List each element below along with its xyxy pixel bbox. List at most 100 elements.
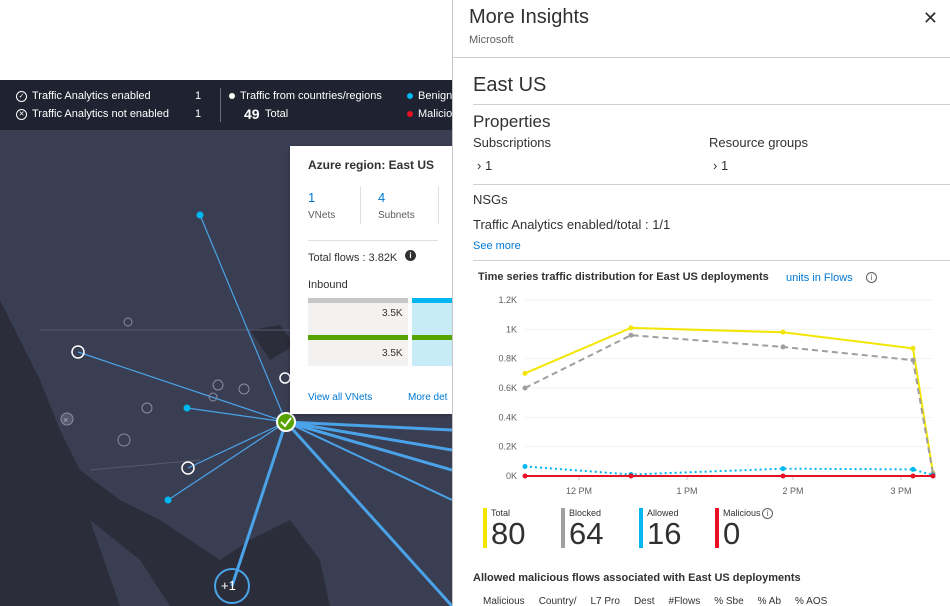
region-popup: Azure region: East US 1 VNets 4 Subnets … [290,146,452,414]
legend-color-bar [639,508,643,548]
benign-dot[interactable] [164,496,172,504]
region-heading: East US [473,74,547,96]
data-point-blocked [780,344,786,350]
popup-vnets-label: VNets [308,210,336,221]
legend-value: 80 [491,516,526,551]
malicious-table-header: Malicious Country/L7 Pro Dest #Flows % Sbe % … [483,596,827,606]
stat-malicious: Malicio [407,108,452,120]
benign-dot-icon [407,93,413,99]
y-tick-label: 0.2K [498,442,517,452]
header-divider [453,57,950,58]
stat-total-label: Total [265,108,289,120]
table-column-header[interactable]: Dest [634,596,655,606]
data-point-total [522,370,528,376]
section-divider [473,260,950,261]
stat-countries-label: Traffic from countries/regions [240,90,382,102]
east-us-region-marker[interactable] [276,412,296,432]
data-point-allowed [522,463,528,469]
subscriptions-expander[interactable]: › 1 [477,158,492,173]
table-column-header[interactable]: % Ab [758,596,781,606]
series-line-allowed [524,465,934,477]
subscriptions-value: 1 [484,158,493,173]
x-tick-label: 2 PM [782,486,803,496]
legend-value: 64 [569,516,604,551]
view-all-vnets-link[interactable]: View all VNets [308,392,372,403]
y-tick-label: 1.2K [498,295,517,305]
more-details-link[interactable]: More det [408,392,447,403]
benign-dot[interactable] [196,211,204,219]
y-tick-label: 0K [506,471,517,481]
popup-bar-value-2: 3.5K [382,348,403,359]
y-tick-label: 0.6K [498,383,517,393]
white-dot-icon [229,93,235,99]
benign-dot[interactable] [183,404,191,412]
popup-total-flows: Total flows : 3.82K [308,252,398,264]
chart-title: Time series traffic distribution for Eas… [478,271,769,283]
popup-title: Azure region: East US [308,158,435,172]
y-tick-label: 1K [506,324,517,334]
stat-benign-label: Benign [418,90,453,102]
legend-color-bar [483,508,487,548]
data-point-malicious [628,473,634,479]
panel-title: More Insights [469,6,590,28]
nsgs-heading: NSGs [473,192,508,207]
data-point-malicious [910,473,916,479]
series-line-total [524,326,934,474]
legend-value: 0 [723,516,741,551]
table-column-header[interactable]: Country/ [539,596,577,606]
data-point-blocked [522,385,528,391]
x-tick-label: 3 PM [890,486,911,496]
svg-text:×: × [63,415,68,425]
check-circle-icon: ✓ [16,90,27,102]
more-insights-panel: More Insights Microsoft ✕ East US Proper… [452,0,950,606]
data-point-total [780,329,786,335]
popup-divider [438,186,439,224]
properties-heading: Properties [473,112,551,131]
resource-groups-value: 1 [720,158,729,173]
table-column-header[interactable]: % AOS [795,596,827,606]
series-line-blocked [524,334,934,474]
cluster-label[interactable]: +1 [221,578,236,593]
table-column-header[interactable]: L7 Pro [590,596,619,606]
stats-divider [220,88,221,122]
data-point-blocked [910,357,916,363]
resource-groups-expander[interactable]: › 1 [713,158,728,173]
x-tick-label: 1 PM [676,486,697,496]
resource-groups-label: Resource groups [709,135,808,150]
table-column-header[interactable]: % Sbe [714,596,743,606]
info-icon[interactable]: i [405,250,416,261]
table-column-header[interactable]: Malicious [483,596,525,606]
panel-subtitle: Microsoft [469,34,514,46]
data-point-blocked [628,332,634,338]
table-column-header[interactable]: #Flows [669,596,701,606]
popup-vnets-value[interactable]: 1 [308,190,315,205]
section-divider [473,184,950,185]
close-icon[interactable]: ✕ [923,8,938,29]
malicious-flows-heading: Allowed malicious flows associated with … [473,572,801,584]
y-tick-label: 0.8K [498,354,517,364]
chevron-right-icon: › [713,158,718,173]
stat-not-enabled-label: Traffic Analytics not enabled [32,108,169,120]
data-point-malicious [930,473,936,479]
chart-units-link[interactable]: units in Flows [786,272,853,284]
x-circle-icon: ✕ [16,108,27,120]
data-point-allowed [910,466,916,472]
popup-bar-value-1: 3.5K [382,308,403,319]
stat-countries: Traffic from countries/regions [229,90,382,102]
see-more-link[interactable]: See more [473,240,521,252]
chevron-right-icon: › [477,158,482,173]
subscriptions-label: Subscriptions [473,135,552,150]
stat-benign: Benign [407,90,452,102]
stats-strip: ✓ Traffic Analytics enabled 1 ✕ Traffic … [0,80,452,130]
data-point-malicious [780,473,786,479]
info-icon[interactable]: i [866,272,877,283]
stat-enabled: ✓ Traffic Analytics enabled [16,90,151,102]
info-icon[interactable]: i [762,508,773,519]
legend-color-bar [561,508,565,548]
popup-subnets-label: Subnets [378,210,415,221]
stat-not-enabled-count: 1 [195,108,202,120]
nsgs-status: Traffic Analytics enabled/total : 1/1 [473,217,671,232]
popup-subnets-value[interactable]: 4 [378,190,385,205]
x-tick-label: 12 PM [566,486,592,496]
app-root: × +1 ✓ Traffic Analytics enabled 1 ✕ Tra… [0,0,950,606]
